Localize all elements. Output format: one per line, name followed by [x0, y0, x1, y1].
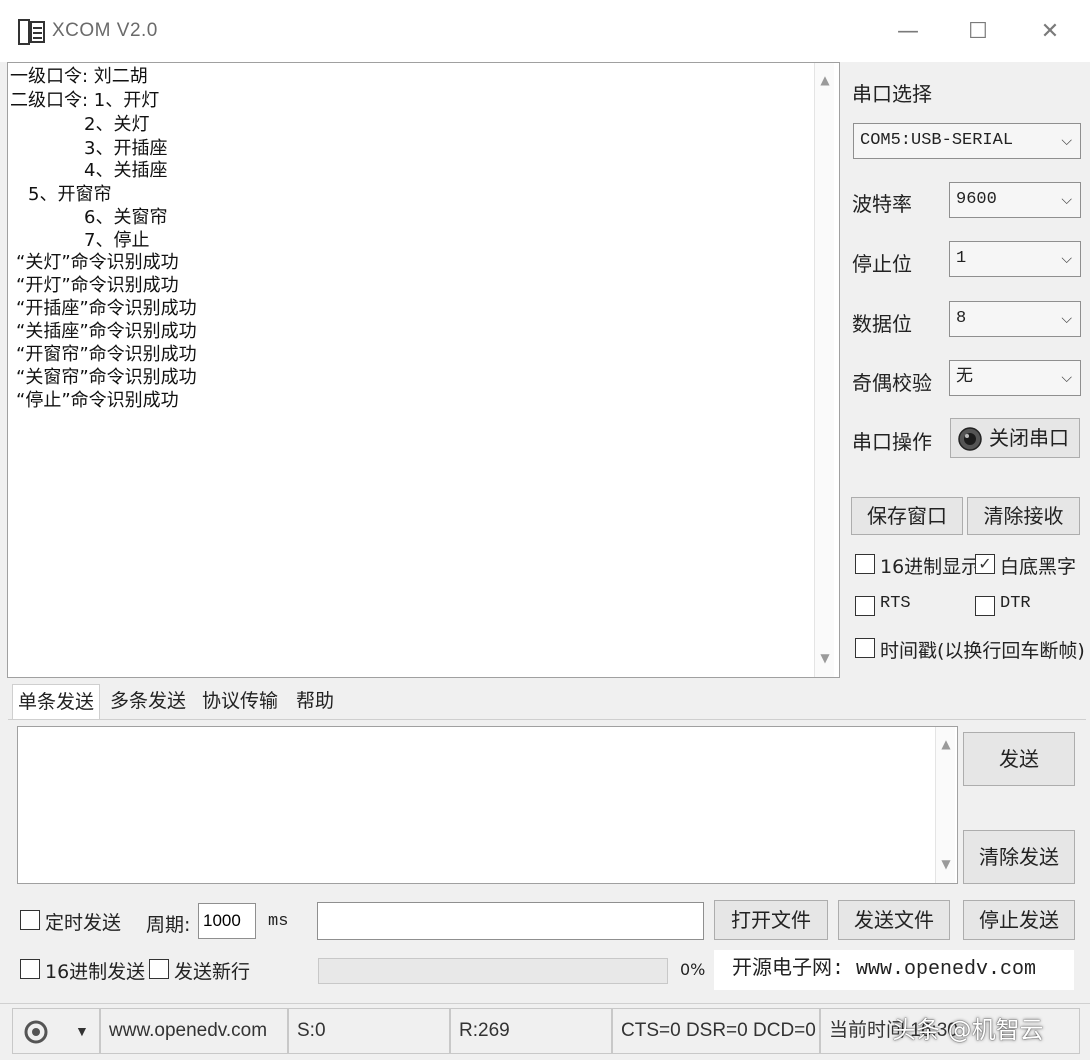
timed-send-label: 定时发送: [45, 912, 122, 934]
receive-line: “关灯”命令识别成功: [16, 252, 179, 273]
hex-display-checkbox[interactable]: [855, 554, 875, 574]
window-title: XCOM V2.0: [52, 20, 158, 41]
scroll-up-arrow-icon[interactable]: ▲: [936, 737, 956, 751]
status-received-count: R:269: [450, 1008, 612, 1054]
dtr-label: DTR: [1000, 594, 1031, 613]
clear-send-button[interactable]: 清除发送: [963, 830, 1075, 884]
stopbit-value: 1: [956, 249, 967, 268]
white-bg-checkbox[interactable]: ✓: [975, 554, 995, 574]
open-file-button[interactable]: 打开文件: [714, 900, 828, 940]
settings-menu-cell[interactable]: ▼: [12, 1008, 100, 1054]
receive-line: 二级口令: 1、开灯: [10, 90, 160, 111]
port-status-light-icon: [958, 427, 982, 451]
ms-unit-label: ms: [268, 912, 289, 931]
close-port-label: 关闭串口: [989, 426, 1069, 450]
chevron-down-icon: ⌵: [1061, 370, 1072, 386]
hex-send-label: 16进制发送: [45, 961, 146, 983]
receive-line: 6、关窗帘: [84, 207, 168, 228]
receive-text-area[interactable]: 一级口令: 刘二胡 二级口令: 1、开灯 2、关灯 3、开插座 4、关插座 5、…: [7, 62, 840, 678]
close-port-button[interactable]: 关闭串口: [950, 418, 1080, 458]
receive-line: “开插座”命令识别成功: [16, 298, 197, 319]
timestamp-label: 时间戳(以换行回车断帧): [880, 640, 1085, 662]
port-op-label: 串口操作: [852, 430, 932, 454]
status-signals: CTS=0 DSR=0 DCD=0: [612, 1008, 820, 1054]
stopbit-dropdown[interactable]: 1 ⌵: [949, 241, 1081, 277]
send-newline-label: 发送新行: [174, 961, 251, 983]
databit-label: 数据位: [852, 312, 912, 336]
tab-divider: [8, 719, 1086, 720]
chevron-down-icon: ⌵: [1061, 133, 1072, 149]
chevron-down-icon: ⌵: [1061, 251, 1072, 267]
timed-send-checkbox[interactable]: [20, 910, 40, 930]
receive-line: 2、关灯: [84, 114, 150, 135]
receive-line: 3、开插座: [84, 138, 168, 159]
status-sent-count: S:0: [288, 1008, 450, 1054]
send-progress-bar: [318, 958, 668, 984]
chevron-down-icon: ⌵: [1061, 311, 1072, 327]
close-window-button[interactable]: ✕: [1020, 14, 1080, 50]
port-select-dropdown[interactable]: COM5:USB-SERIAL ⌵: [853, 123, 1081, 159]
send-text-area[interactable]: [17, 726, 958, 884]
baud-dropdown[interactable]: 9600 ⌵: [949, 182, 1081, 218]
parity-dropdown[interactable]: 无 ⌵: [949, 360, 1081, 396]
progress-percent: 0%: [680, 960, 706, 979]
dtr-checkbox[interactable]: [975, 596, 995, 616]
databit-value: 8: [956, 309, 967, 328]
send-button[interactable]: 发送: [963, 732, 1075, 786]
receive-scrollbar[interactable]: ▲ ▼: [814, 63, 834, 677]
scroll-up-arrow-icon[interactable]: ▲: [815, 73, 835, 87]
hex-send-checkbox[interactable]: [20, 959, 40, 979]
tab-protocol-transfer[interactable]: 协议传输: [196, 684, 284, 720]
send-scrollbar[interactable]: ▲ ▼: [935, 727, 955, 883]
tab-help[interactable]: 帮助: [288, 684, 342, 720]
hex-display-label: 16进制显示: [880, 556, 981, 578]
scroll-down-arrow-icon[interactable]: ▼: [815, 651, 835, 665]
stopbit-label: 停止位: [852, 252, 912, 276]
parity-label: 奇偶校验: [852, 371, 932, 395]
save-window-button[interactable]: 保存窗口: [851, 497, 963, 535]
receive-line: “开灯”命令识别成功: [16, 275, 179, 296]
tab-single-send[interactable]: 单条发送: [12, 684, 100, 720]
receive-line: “开窗帘”命令识别成功: [16, 344, 197, 365]
file-path-field[interactable]: [317, 902, 704, 940]
scroll-down-arrow-icon[interactable]: ▼: [936, 857, 956, 871]
port-select-value: COM5:USB-SERIAL: [860, 131, 1014, 150]
databit-dropdown[interactable]: 8 ⌵: [949, 301, 1081, 337]
settings-gear-icon: [24, 1020, 48, 1044]
timestamp-checkbox[interactable]: [855, 638, 875, 658]
tab-multi-send[interactable]: 多条发送: [104, 684, 192, 720]
chevron-down-icon: ⌵: [1061, 192, 1072, 208]
watermark-text: 头条 @机智云: [892, 1016, 1044, 1044]
baud-label: 波特率: [852, 192, 912, 216]
receive-line: 一级口令: 刘二胡: [10, 66, 148, 87]
minimize-button[interactable]: —: [878, 14, 938, 50]
receive-line: “停止”命令识别成功: [16, 390, 179, 411]
receive-line: 4、关插座: [84, 160, 168, 181]
brand-banner: 开源电子网: www.openedv.com: [714, 950, 1074, 990]
receive-line: 7、停止: [84, 230, 150, 251]
send-newline-checkbox[interactable]: [149, 959, 169, 979]
period-label: 周期:: [146, 914, 191, 936]
white-bg-label: 白底黑字: [1000, 556, 1077, 578]
stop-send-button[interactable]: 停止发送: [963, 900, 1075, 940]
receive-line: “关插座”命令识别成功: [16, 321, 197, 342]
dropdown-arrow-icon: ▼: [75, 1023, 89, 1039]
send-file-button[interactable]: 发送文件: [838, 900, 950, 940]
port-select-label: 串口选择: [852, 82, 932, 106]
receive-line: “关窗帘”命令识别成功: [16, 367, 197, 388]
xcom-app-icon: [18, 19, 45, 45]
clear-receive-button[interactable]: 清除接收: [967, 497, 1080, 535]
receive-line: 5、开窗帘: [28, 184, 112, 205]
status-site: www.openedv.com: [100, 1008, 288, 1054]
parity-value: 无: [956, 368, 973, 387]
maximize-button[interactable]: ☐: [948, 14, 1008, 50]
rts-label: RTS: [880, 594, 911, 613]
rts-checkbox[interactable]: [855, 596, 875, 616]
period-input[interactable]: [198, 903, 256, 939]
baud-value: 9600: [956, 190, 997, 209]
